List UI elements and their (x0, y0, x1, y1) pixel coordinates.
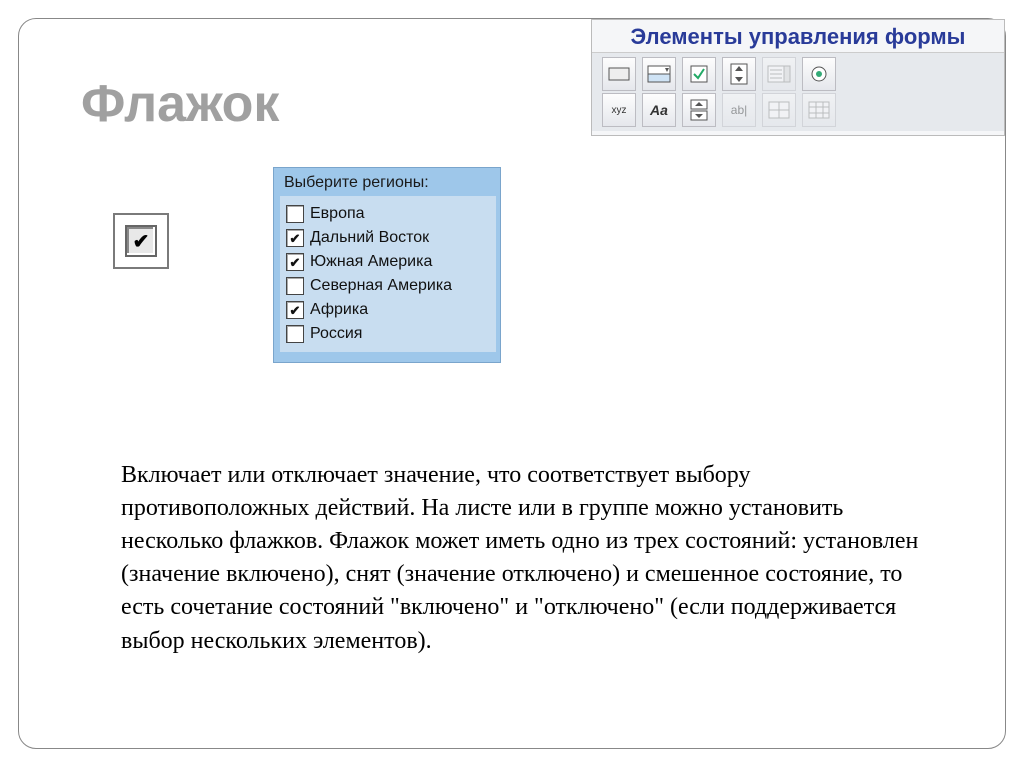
region-row: Северная Америка (284, 274, 492, 298)
form-controls-toolbar: Элементы управления формы (591, 19, 1005, 136)
region-checkbox[interactable]: ✔ (286, 229, 304, 247)
region-row: ✔ Южная Америка (284, 250, 492, 274)
font-icon[interactable]: Aa (642, 93, 676, 127)
region-row: Европа (284, 202, 492, 226)
spinner-icon[interactable] (722, 57, 756, 91)
region-row: Россия (284, 322, 492, 346)
grid-icon[interactable] (762, 93, 796, 127)
region-row: ✔ Африка (284, 298, 492, 322)
regions-panel: Выберите регионы: Европа✔Дальний Восток✔… (273, 167, 501, 363)
region-checkbox[interactable] (286, 205, 304, 223)
sample-checkbox-frame: ✔ (113, 213, 169, 269)
description-paragraph: Включает или отключает значение, что соо… (121, 459, 921, 658)
region-label: Дальний Восток (310, 229, 429, 247)
toolbar-body: xyz Aa ab| (592, 52, 1004, 131)
toolbar-row-1 (602, 57, 1004, 91)
regions-title: Выберите регионы: (284, 174, 496, 192)
listbox-icon[interactable] (762, 57, 796, 91)
editbox-icon[interactable]: ab| (722, 93, 756, 127)
region-label: Африка (310, 301, 368, 319)
page-title: Флажок (81, 74, 279, 134)
region-checkbox[interactable] (286, 277, 304, 295)
toolbar-title: Элементы управления формы (592, 20, 1004, 52)
editbox-icon-text: ab| (731, 103, 747, 117)
updown-icon[interactable] (682, 93, 716, 127)
region-label: Европа (310, 205, 365, 223)
button-icon[interactable] (602, 57, 636, 91)
region-checkbox[interactable] (286, 325, 304, 343)
radio-icon[interactable] (802, 57, 836, 91)
region-label: Южная Америка (310, 253, 432, 271)
region-row: ✔ Дальний Восток (284, 226, 492, 250)
region-label: Северная Америка (310, 277, 452, 295)
region-checkbox[interactable]: ✔ (286, 301, 304, 319)
combobox-icon[interactable] (642, 57, 676, 91)
checkbox-icon[interactable] (682, 57, 716, 91)
toolbar-row-2: xyz Aa ab| (602, 93, 1004, 127)
slide-frame: Флажок Элементы управления формы (18, 18, 1006, 749)
region-label: Россия (310, 325, 362, 343)
table-icon[interactable] (802, 93, 836, 127)
font-icon-text: Aa (650, 102, 668, 118)
regions-body: Европа ✔ Дальний Восток ✔ Южная Америка Север… (280, 196, 496, 352)
label-icon-text: xyz (612, 105, 627, 116)
label-icon[interactable]: xyz (602, 93, 636, 127)
region-checkbox[interactable]: ✔ (286, 253, 304, 271)
sample-checkbox-icon[interactable]: ✔ (125, 225, 157, 257)
